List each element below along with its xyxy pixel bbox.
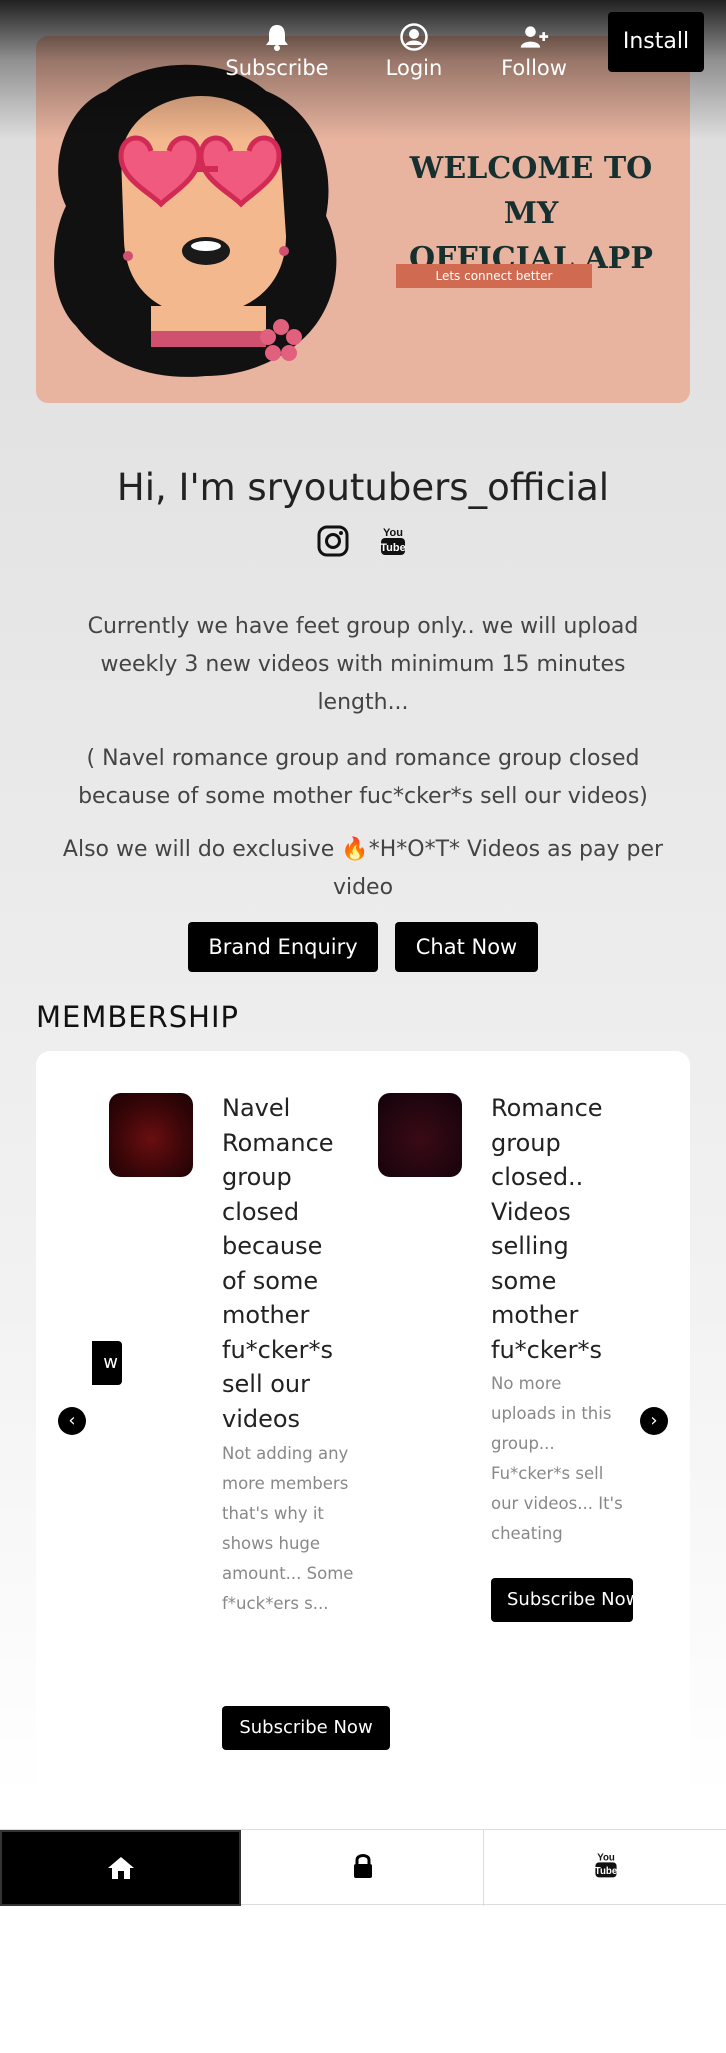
svg-text:You: You bbox=[597, 1853, 615, 1864]
subscribe-now-button[interactable]: Subscribe Now bbox=[222, 1706, 390, 1750]
membership-thumbnail[interactable] bbox=[378, 1093, 462, 1177]
svg-text:Tube: Tube bbox=[594, 1866, 617, 1877]
membership-description: No more uploads in this group... Fu*cker… bbox=[491, 1374, 623, 1543]
subscribe-nav-button[interactable]: Subscribe bbox=[220, 22, 334, 80]
brand-enquiry-button[interactable]: Brand Enquiry bbox=[188, 922, 378, 972]
banner-connect-button[interactable]: Lets connect better bbox=[396, 264, 592, 288]
svg-text:You: You bbox=[383, 527, 403, 539]
follow-nav-button[interactable]: Follow bbox=[494, 22, 574, 80]
membership-heading: MEMBERSHIP bbox=[36, 1000, 239, 1034]
instagram-icon[interactable] bbox=[316, 524, 350, 558]
description-para3-suffix: *H*O*T* Videos as pay per video bbox=[332, 837, 664, 900]
login-label: Login bbox=[385, 56, 443, 80]
youtube-icon: You Tube bbox=[594, 1853, 617, 1878]
profile-greeting: Hi, I'm sryoutubers_official bbox=[116, 466, 610, 509]
chat-now-button[interactable]: Chat Now bbox=[395, 922, 538, 972]
banner-title-line1: WELCOME TO MY bbox=[409, 151, 653, 231]
social-links: You Tube bbox=[0, 524, 726, 560]
tab-youtube[interactable]: You Tube bbox=[485, 1830, 726, 1906]
user-circle-icon bbox=[400, 23, 428, 51]
fire-icon: 🔥 bbox=[341, 837, 369, 862]
membership-title: Romance group closed.. Videos selling so… bbox=[491, 1094, 603, 1364]
subscribe-now-button[interactable]: Subscribe Now bbox=[491, 1578, 633, 1622]
description-para3-prefix: Also we will do exclusive bbox=[62, 837, 342, 862]
youtube-icon[interactable]: You Tube bbox=[376, 524, 410, 558]
subscribe-label: Subscribe bbox=[225, 56, 329, 80]
bell-icon bbox=[266, 25, 288, 51]
home-icon bbox=[107, 1857, 134, 1879]
lock-icon bbox=[353, 1854, 372, 1878]
follow-label: Follow bbox=[501, 56, 567, 80]
user-plus-icon bbox=[520, 26, 549, 48]
description-paragraph-1: Currently we have feet group only.. we w… bbox=[87, 614, 639, 715]
bottom-tab-bar: You Tube bbox=[0, 1829, 726, 1906]
membership-title: Navel Romance group closed because of so… bbox=[222, 1094, 334, 1433]
membership-carousel: w ‹ › Navel Romance group closed because… bbox=[36, 1051, 690, 1793]
login-nav-button[interactable]: Login bbox=[374, 22, 454, 80]
carousel-next-arrow[interactable]: › bbox=[640, 1407, 668, 1435]
tab-home[interactable] bbox=[0, 1830, 241, 1906]
install-button[interactable]: Install bbox=[608, 12, 704, 72]
description-paragraph-2: ( Navel romance group and romance group … bbox=[78, 746, 648, 809]
membership-thumbnail[interactable] bbox=[109, 1093, 193, 1177]
banner-title: WELCOME TO MY OFFICIAL APP bbox=[381, 146, 681, 281]
membership-description: Not adding any more members that's why i… bbox=[222, 1444, 354, 1613]
carousel-prev-arrow[interactable]: ‹ bbox=[58, 1407, 86, 1435]
svg-text:Tube: Tube bbox=[380, 542, 405, 554]
previous-card-partial-button[interactable]: w bbox=[92, 1341, 122, 1385]
tab-locked[interactable] bbox=[242, 1830, 484, 1906]
description-paragraph-3: Also we will do exclusive 🔥*H*O*T* Video… bbox=[60, 831, 666, 907]
